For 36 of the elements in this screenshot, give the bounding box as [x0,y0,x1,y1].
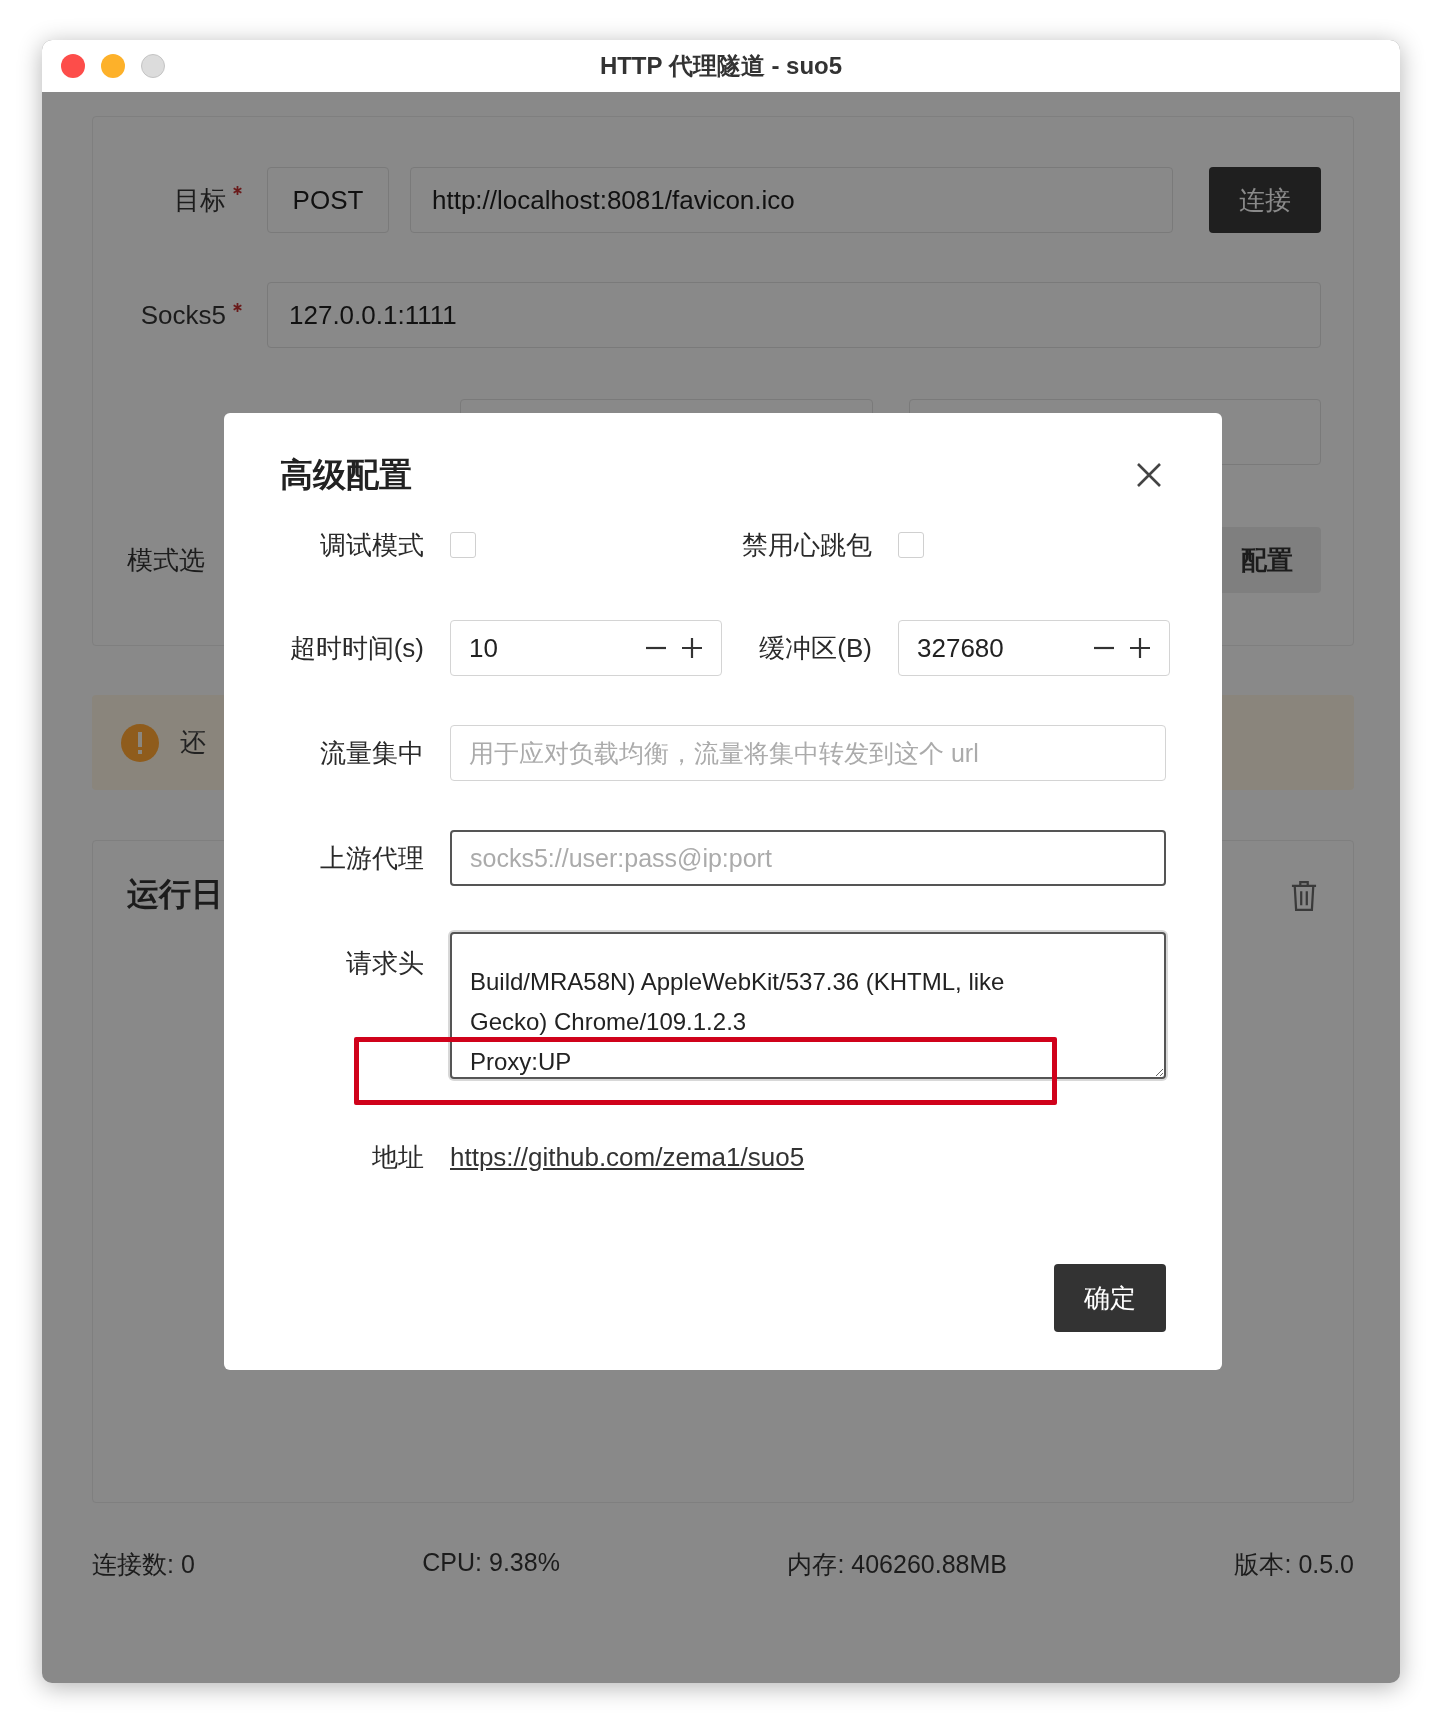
url-field[interactable]: http://localhost:8081/favicon.ico [410,167,1173,233]
field-label: 超时时间(s) [289,631,424,665]
checkbox-label: 调试模式 [320,528,424,562]
field-label: 缓冲区(B) [759,631,872,665]
field-label: 模式选 [127,543,205,577]
plus-icon[interactable] [1129,637,1151,659]
close-window-icon[interactable] [61,54,85,78]
checkbox[interactable] [450,532,476,558]
headers-textarea[interactable]: Build/MRA58N) AppleWebKit/537.36 (KHTML, like Gecko) Chrome/109.1.2.3 Proxy:UP [450,932,1166,1079]
status-text: 内存: 406260.88MB [787,1549,1007,1580]
checkbox[interactable] [898,532,924,558]
status-text: 版本: 0.5.0 [1234,1549,1354,1580]
field-label: 请求头 [346,947,424,980]
input-field[interactable]: socks5://user:pass@ip:port [450,830,1166,886]
field-label: 流量集中 [320,736,424,770]
socks5-field[interactable]: 127.0.0.1:1111 [267,282,1321,348]
field-label: 地址 [372,1140,424,1174]
status-text: CPU: 9.38% [422,1548,560,1578]
trash-icon[interactable] [1291,879,1317,913]
dialog-title: 高级配置 [280,454,412,495]
field-label: 目标 [174,183,226,217]
window-title: HTTP 代理隧道 - suo5 [599,51,843,81]
minimize-window-icon[interactable] [101,54,125,78]
alert-text: 还 [180,726,206,759]
connect-button[interactable]: 连接 [1209,167,1321,233]
close-icon[interactable] [1136,462,1162,488]
checkbox-label: 禁用心跳包 [742,528,872,562]
field-label: 上游代理 [320,841,424,875]
status-text: 连接数: 0 [92,1549,195,1580]
log-title: 运行日 [127,875,223,914]
warning-icon [120,722,160,763]
method-select[interactable]: POST [267,167,389,233]
address-link[interactable]: https://github.com/zema1/suo5 [450,1141,805,1173]
plus-icon[interactable] [681,637,703,659]
ok-button[interactable]: 确定 [1054,1264,1166,1332]
field-label: Socks5 [140,299,226,331]
